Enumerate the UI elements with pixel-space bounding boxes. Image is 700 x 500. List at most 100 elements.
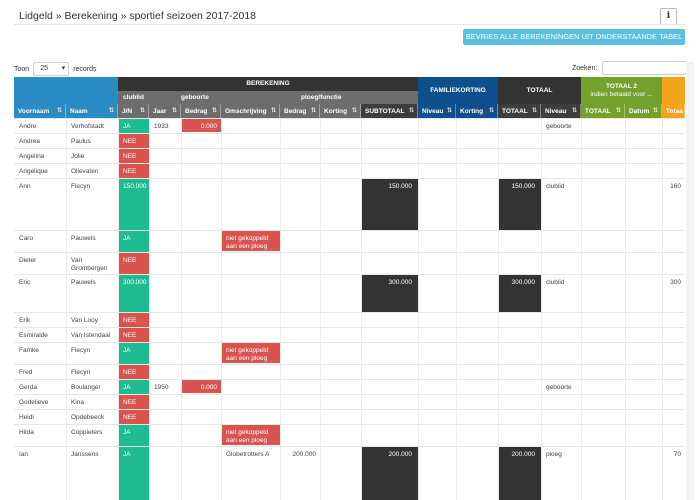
column-header-totaal2[interactable]: TOTAAL ⇅ [581,104,625,118]
group-header-familiekorting: FAMILIEKORTING [418,77,498,104]
totaal2-title: TOTAAL 2 [605,82,638,90]
cell-jn: NEE [119,253,149,274]
column-label: J/N [122,107,133,115]
column-label: Niveau [545,107,567,115]
cell-jn: JA [119,380,149,394]
cell-naam: Boulanger [71,384,101,391]
cell-niveau2: geboorte [546,384,572,391]
column-label: Datum [629,107,650,115]
cell-naam: Verhofstadt [71,123,104,130]
cell-naam: Olievaten [71,168,99,175]
column-label: SUBTOTAAL [365,107,405,115]
cell-voornaam: Ann [19,183,31,190]
sort-icon: ⇅ [446,108,452,114]
cell-omschrijving: niet gekoppeld aan een ploeg [222,425,280,445]
column-header-jn[interactable]: J/N ⇅ [118,104,149,118]
sort-icon: ⇅ [139,108,145,114]
cell-voornaam: Fred [19,369,33,376]
cell-bedrag: 0.000 [182,380,221,393]
column-label: Voornaam [18,107,50,115]
cell-voornaam: Esmiralde [19,332,48,339]
group-header-totaal2: TOTAAL 2 indien betaald voor ... [581,77,662,104]
cell-voornaam: Caro [19,235,34,242]
sort-icon: ⇅ [351,108,357,114]
cell-voornaam: Angelina [19,153,45,160]
cell-jn: 300.000 [119,275,149,312]
cell-totaal3: 70 [673,451,681,458]
cell-jn: JA [119,119,149,133]
cell-naam: Kina [71,399,85,406]
cell-voornaam: Famke [19,347,39,354]
breadcrumb: Lidgeld » Berekening » sportief seizoen … [19,10,257,22]
sort-icon: ⇅ [211,108,217,114]
records-label: records [73,65,97,73]
cell-naam: Pauwels [71,235,96,242]
cell-naam: Janssens [71,451,99,458]
column-header-omschrijving[interactable]: Omschrijving ⇅ [221,104,280,118]
column-header-voornaam[interactable]: Voornaam ⇅ [14,104,66,118]
search-input[interactable] [602,61,688,75]
info-button[interactable]: i [660,8,677,25]
sort-icon: ⇅ [171,108,177,114]
cell-jaar: 1950 [154,384,169,391]
column-header-subtotaal[interactable]: SUBTOTAAL ⇅ [361,104,418,118]
column-label: Totaa [666,107,683,115]
column-header-niveau[interactable]: Niveau ⇅ [418,104,456,118]
column-header-datum[interactable]: Datum ⇅ [625,104,662,118]
column-label: Niveau [422,107,444,115]
column-header-korting[interactable]: Korting ⇅ [320,104,361,118]
column-label: Korting [324,107,348,115]
column-header-niveau2[interactable]: Niveau ⇅ [541,104,581,118]
group-header-berekening: BEREKENING [118,77,418,91]
cell-jn: NEE [119,313,149,327]
cell-subtotaal: 150.000 [362,179,418,230]
sort-icon: ⇅ [652,108,658,114]
search-label: Zoeken: [572,64,598,72]
cell-voornaam: Hilda [19,429,34,436]
cell-subtotaal: 300.000 [362,275,418,312]
cell-niveau2: ploeg [546,451,562,458]
cell-jn: NEE [119,365,149,379]
cell-jn: NEE [119,164,149,178]
cell-jn: JA [119,231,149,252]
cell-naam: Jolie [71,153,85,160]
cell-jn: NEE [119,328,149,342]
cell-voornaam: Angelique [19,168,48,175]
group-header-totaal: TOTAAL [498,77,581,104]
sort-icon: ⇅ [488,108,494,114]
cell-niveau2: clublid [546,183,565,190]
column-header-totaal3[interactable]: Totaa [662,104,685,118]
page-length-select[interactable]: 25 [33,62,70,76]
cell-bedrag2: 200.000 [292,451,317,458]
totaal2-subtitle: indien betaald voor ... [590,90,653,98]
sort-icon: ⇅ [56,108,62,114]
cell-totaal: 200.000 [499,447,541,500]
sort-icon: ⇅ [408,108,414,114]
column-header-korting2[interactable]: Korting ⇅ [456,104,498,118]
page-length-control: Toon 25 records [14,62,97,76]
column-header-bedrag[interactable]: Bedrag ⇅ [181,104,221,118]
sort-icon: ⇅ [571,108,577,114]
cell-totaal: 300.000 [499,275,541,312]
sort-icon: ⇅ [270,108,276,114]
scrollbar[interactable] [686,62,694,500]
cell-niveau2: clublid [546,279,565,286]
subgroup-clublid: clublid [118,91,181,104]
cell-voornaam: Gerda [19,384,38,391]
cell-omschrijving: niet gekoppeld aan een ploeg [222,231,280,251]
cell-naam: Paulus [71,138,91,145]
sort-icon: ⇅ [108,108,114,114]
cell-voornaam: Ian [19,451,29,458]
column-header-bedrag2[interactable]: Bedrag ⇅ [280,104,320,118]
subgroup-ploeg: ploeg/functie [221,91,418,104]
freeze-calculations-button[interactable]: BEVRIES ALLE BEREKENINGEN UIT ONDERSTAAN… [463,29,685,57]
column-label: Naam [70,107,88,115]
subgroup-geboorte: geboorte [181,91,221,104]
cell-jn: NEE [119,395,149,409]
cell-jn: NEE [119,149,149,163]
cell-jn: NEE [119,134,149,148]
column-label: TOTAAL [585,107,611,115]
column-header-jaar[interactable]: Jaar ⇅ [149,104,181,118]
column-header-naam[interactable]: Naam ⇅ [66,104,118,118]
column-header-totaal[interactable]: TOTAAL ⇅ [498,104,541,118]
